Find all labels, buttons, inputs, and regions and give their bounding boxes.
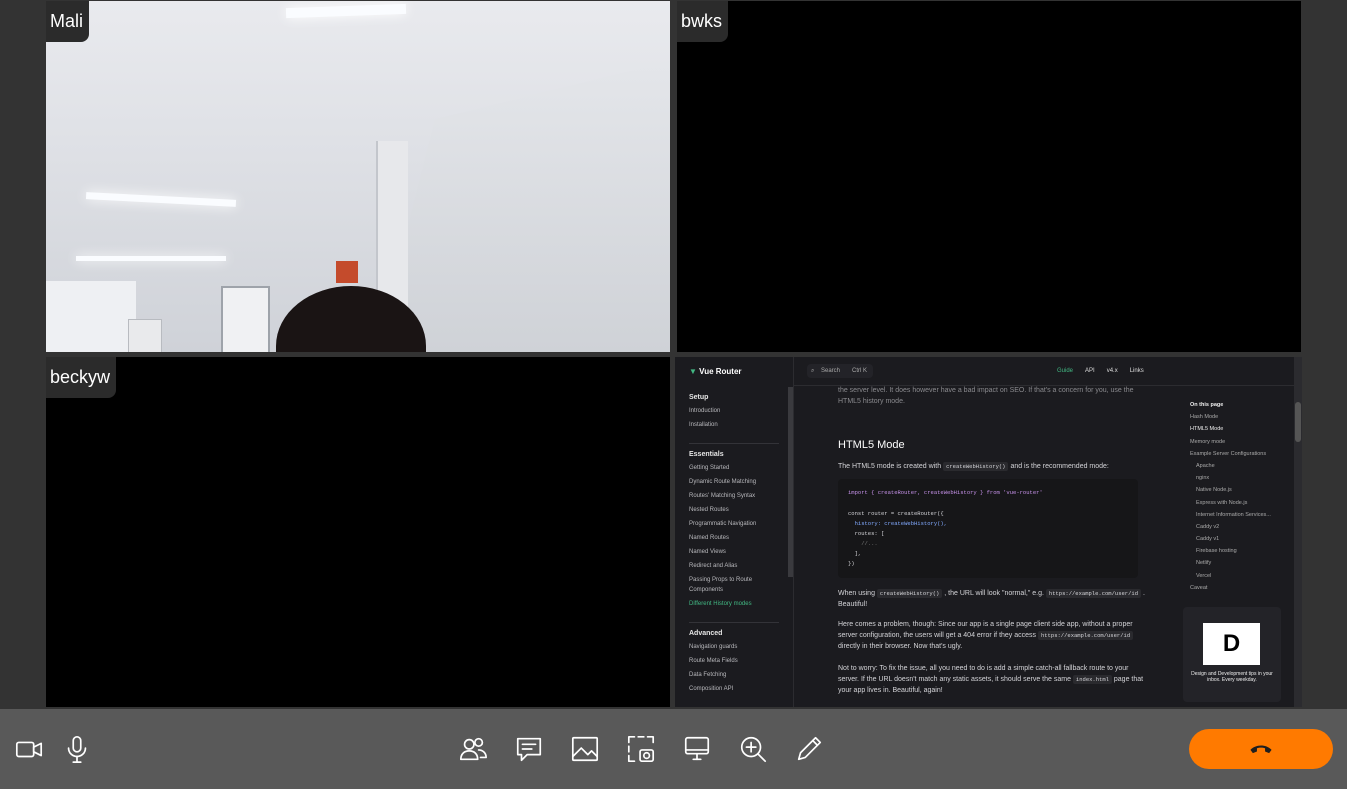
sidebar-item: Passing Props to Route Components (689, 577, 753, 593)
annotate-icon[interactable] (793, 733, 825, 765)
docs-logo-text: Vue Router (699, 367, 742, 376)
toc-item: Caddy v2 (1196, 523, 1220, 530)
sidebar-item: Named Routes (689, 535, 730, 541)
text: , the URL will look "normal," e.g. (944, 590, 1044, 597)
text: The HTML5 mode is created with (838, 463, 942, 470)
toc-item: Express with Node.js (1196, 499, 1248, 506)
content-paragraph: the server level. It does however have a… (838, 387, 1134, 405)
nav-link: v4.x (1106, 368, 1118, 374)
sidebar-divider (689, 622, 779, 623)
sidebar-item-active: Different History modes (689, 601, 752, 607)
toc-item: Netlify (1196, 560, 1212, 567)
code-line: history: createWebHistory(), (848, 520, 948, 527)
end-call-icon (1250, 745, 1272, 754)
zoom-icon[interactable] (737, 733, 769, 765)
content-paragraph: Here comes a problem, though: Since our … (838, 619, 1148, 652)
docs-search: ⌕ Search Ctrl K (807, 364, 873, 378)
sidebar-item: Routes' Matching Syntax (689, 493, 756, 499)
text: directly in their browser. Now that's ug… (838, 643, 963, 650)
search-placeholder: Search (821, 368, 841, 374)
text: and is the recommended mode: (1010, 463, 1109, 470)
toc-item-active: HTML5 Mode (1190, 426, 1224, 433)
sidebar-item: Dynamic Route Matching (689, 479, 757, 485)
toc-item: Example Server Configurations (1190, 450, 1267, 457)
code-line: }) (848, 560, 855, 567)
code-block: import { createRouter, createWebHistory … (838, 479, 1138, 578)
inline-code: https://example.com/user/id (1045, 589, 1142, 598)
sidebar-item: Route Meta Fields (689, 658, 738, 664)
microphone-icon[interactable] (61, 733, 93, 765)
code-line: import { createRouter, createWebHistory … (848, 489, 1043, 496)
sidebar-section-title: Essentials (689, 451, 724, 458)
docs-logo: ▼ Vue Router (689, 367, 742, 376)
content-heading: HTML5 Mode (838, 439, 905, 451)
sidebar-item: Installation (689, 422, 718, 428)
toc-item: Native Node.js (1196, 487, 1232, 494)
sidebar-scrollbar (788, 387, 793, 577)
video-tile-beckyw[interactable]: beckyw (46, 357, 670, 707)
sidebar-section-title: Advanced (689, 630, 723, 637)
inline-code: https://example.com/user/id (1038, 631, 1134, 640)
sidebar-item: Navigation guards (689, 644, 738, 650)
participant-name: Mali (46, 1, 90, 42)
nav-link: API (1085, 368, 1095, 374)
toc-item: Firebase hosting (1196, 548, 1237, 555)
image-icon[interactable] (569, 733, 601, 765)
inline-code: createWebHistory() (943, 462, 1009, 471)
docs-nav: Guide API v4.x Links (1057, 368, 1144, 374)
video-tile-bwks[interactable]: bwks (677, 1, 1301, 352)
screen-share-icon[interactable] (681, 733, 713, 765)
toc-item: Caddy v1 (1196, 536, 1220, 543)
sidebar-item: Composition API (689, 686, 734, 692)
toc-item: Vercel (1196, 572, 1212, 579)
code-line: const router = createRouter({ (848, 510, 944, 517)
sidebar-section-title: Setup (689, 394, 709, 401)
ad-card: D Design and Development tips in your in… (1183, 607, 1281, 702)
sidebar-item: Data Fetching (689, 672, 727, 678)
search-shortcut: Ctrl K (852, 368, 867, 374)
sidebar-item: Redirect and Alias (689, 563, 738, 569)
sidebar-item: Introduction (689, 408, 721, 414)
sidebar-item: Programmatic Navigation (689, 521, 757, 527)
toc-item: nginx (1196, 475, 1210, 482)
sidebar-item: Getting Started (689, 465, 730, 471)
content-paragraph: When using createWebHistory() , the URL … (838, 588, 1148, 610)
participant-name: bwks (677, 1, 729, 42)
inline-code: index.html (1072, 675, 1112, 684)
docs-sidebar: ▼ Vue Router Setup Introduction Installa… (675, 357, 794, 707)
table-of-contents: On this page Hash Mode HTML5 Mode Memory… (1190, 402, 1290, 597)
vue-logo-icon: ▼ (689, 367, 697, 376)
nav-link: Links (1129, 368, 1144, 374)
toc-item: Apache (1196, 462, 1215, 469)
toc-title: On this page (1190, 402, 1224, 408)
sidebar-item: Nested Routes (689, 507, 729, 513)
call-toolbar (0, 709, 1347, 789)
toc-item: Memory mode (1190, 438, 1226, 445)
content-paragraph: The HTML5 mode is created with createWeb… (838, 461, 1148, 472)
screen-share-scrollbar (1294, 357, 1302, 707)
inline-code: createWebHistory() (876, 589, 943, 598)
camera-icon[interactable] (13, 733, 45, 765)
sidebar-item: Named Views (689, 549, 726, 555)
text: When using (838, 590, 875, 597)
toc-item: Internet Information Services... (1196, 511, 1271, 518)
code-line: //... (848, 540, 878, 547)
ad-logo: D (1203, 623, 1260, 665)
screen-share-tile[interactable]: ▼ Vue Router Setup Introduction Installa… (675, 357, 1302, 707)
content-paragraph: Not to worry: To fix the issue, all you … (838, 663, 1148, 696)
participants-icon[interactable] (457, 733, 489, 765)
end-call-button[interactable] (1189, 729, 1333, 769)
chat-icon[interactable] (513, 733, 545, 765)
code-line: routes: [ (848, 530, 885, 537)
search-icon: ⌕ (811, 368, 815, 374)
sidebar-divider (689, 443, 779, 444)
toc-item: Hash Mode (1190, 414, 1219, 421)
participant-name: beckyw (46, 357, 117, 398)
toc-item: Caveat (1190, 584, 1208, 591)
ad-text: Design and Development tips in your inbo… (1191, 671, 1273, 683)
code-line: ], (848, 550, 862, 557)
video-tile-mali[interactable]: Mali (46, 1, 670, 352)
screenshot-icon[interactable] (625, 733, 657, 765)
nav-link: Guide (1057, 368, 1074, 374)
